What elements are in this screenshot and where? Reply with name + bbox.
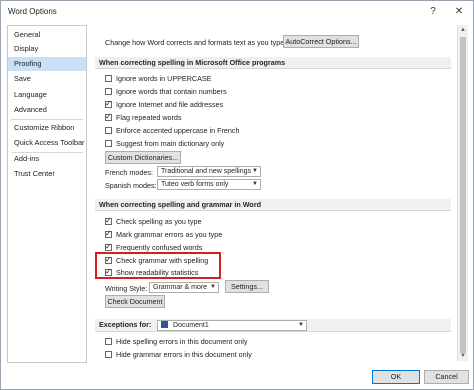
main-dictionary-only-checkbox[interactable] bbox=[105, 140, 112, 147]
enforce-accented-uppercase-checkbox[interactable] bbox=[105, 127, 112, 134]
mark-grammar-errors-checkbox[interactable] bbox=[105, 229, 112, 238]
settings-button[interactable]: Settings... bbox=[225, 280, 269, 293]
word-options-window: Word Options ? ✕ General Display Proofin… bbox=[0, 0, 474, 390]
sidebar: General Display Proofing Save Language A… bbox=[7, 25, 87, 363]
hide-grammar-errors-checkbox[interactable] bbox=[105, 351, 112, 358]
sidebar-item-language[interactable]: Language bbox=[8, 88, 86, 102]
chevron-down-icon: ▼ bbox=[252, 168, 258, 174]
writing-style-select[interactable]: Grammar & more ▼ bbox=[149, 282, 219, 293]
section-header-word-spelling-grammar: When correcting spelling and grammar in … bbox=[95, 199, 451, 211]
scroll-down-icon[interactable]: ▼ bbox=[458, 351, 468, 361]
autocorrect-options-button[interactable]: AutoCorrect Options... bbox=[283, 35, 359, 48]
checkbox-label: Ignore words that contain numbers bbox=[116, 87, 227, 96]
writing-style-label: Writing Style: bbox=[105, 284, 148, 293]
french-modes-value: Traditional and new spellings bbox=[161, 168, 252, 175]
checkbox-label: Hide spelling errors in this document on… bbox=[116, 337, 248, 346]
title-bar: Word Options ? ✕ bbox=[1, 1, 473, 23]
sidebar-item-proofing[interactable]: Proofing bbox=[8, 57, 86, 71]
spanish-modes-value: Tuteo verb forms only bbox=[161, 181, 229, 188]
checkbox-label: Frequently confused words bbox=[116, 243, 203, 252]
checkbox-label: Show readability statistics bbox=[116, 268, 199, 277]
sidebar-item-trust-center[interactable]: Trust Center bbox=[8, 167, 86, 181]
spanish-modes-select[interactable]: Tuteo verb forms only ▼ bbox=[157, 179, 261, 190]
chevron-down-icon: ▼ bbox=[210, 284, 216, 290]
scroll-up-icon[interactable]: ▲ bbox=[458, 25, 468, 35]
window-title: Word Options bbox=[8, 7, 57, 16]
ignore-uppercase-checkbox[interactable] bbox=[105, 75, 112, 82]
hide-spelling-errors-checkbox[interactable] bbox=[105, 338, 112, 345]
checkbox-label: Flag repeated words bbox=[116, 113, 182, 122]
checkbox-label: Suggest from main dictionary only bbox=[116, 139, 225, 148]
checkbox-label: Enforce accented uppercase in French bbox=[116, 126, 240, 135]
sidebar-item-save[interactable]: Save bbox=[8, 72, 86, 86]
autocorrect-description: Change how Word corrects and formats tex… bbox=[105, 38, 287, 47]
frequently-confused-words-checkbox[interactable] bbox=[105, 242, 112, 251]
document-icon bbox=[161, 321, 168, 328]
chevron-down-icon: ▼ bbox=[252, 181, 258, 187]
check-document-button[interactable]: Check Document bbox=[105, 295, 165, 308]
help-button[interactable]: ? bbox=[424, 4, 442, 20]
checkbox-label: Mark grammar errors as you type bbox=[116, 230, 223, 239]
french-modes-select[interactable]: Traditional and new spellings ▼ bbox=[157, 166, 261, 177]
sidebar-item-customize-ribbon[interactable]: Customize Ribbon bbox=[8, 121, 86, 135]
sidebar-item-general[interactable]: General bbox=[8, 28, 86, 42]
checkbox-label: Ignore Internet and file addresses bbox=[116, 100, 224, 109]
writing-style-value: Grammar & more bbox=[153, 284, 208, 291]
checkbox-label: Hide grammar errors in this document onl… bbox=[116, 350, 252, 359]
check-spelling-as-you-type-checkbox[interactable] bbox=[105, 216, 112, 225]
french-modes-label: French modes: bbox=[105, 168, 153, 177]
sidebar-item-display[interactable]: Display bbox=[8, 42, 86, 56]
custom-dictionaries-button[interactable]: Custom Dictionaries... bbox=[105, 151, 181, 164]
checkbox-label: Check spelling as you type bbox=[116, 217, 202, 226]
close-button[interactable]: ✕ bbox=[450, 4, 468, 20]
chevron-down-icon: ▼ bbox=[298, 322, 304, 328]
flag-repeated-words-checkbox[interactable] bbox=[105, 112, 112, 121]
proofing-panel: Change how Word corrects and formats tex… bbox=[91, 25, 456, 361]
cancel-button[interactable]: Cancel bbox=[424, 370, 469, 384]
sidebar-divider bbox=[11, 119, 83, 120]
checkbox-label: Ignore words in UPPERCASE bbox=[116, 74, 212, 83]
vertical-scrollbar[interactable]: ▲ ▼ bbox=[457, 25, 468, 361]
sidebar-item-advanced[interactable]: Advanced bbox=[8, 103, 86, 117]
sidebar-item-add-ins[interactable]: Add-ins bbox=[8, 152, 86, 166]
checkbox-label: Check grammar with spelling bbox=[116, 256, 209, 265]
ok-button[interactable]: OK bbox=[372, 370, 420, 384]
section-header-office-spelling: When correcting spelling in Microsoft Of… bbox=[95, 57, 451, 69]
ignore-numbers-checkbox[interactable] bbox=[105, 88, 112, 95]
exceptions-document-select[interactable]: Document1 ▼ bbox=[157, 320, 307, 331]
scrollbar-thumb[interactable] bbox=[460, 37, 466, 353]
exceptions-label: Exceptions for: bbox=[99, 320, 152, 329]
sidebar-item-quick-access-toolbar[interactable]: Quick Access Toolbar bbox=[8, 136, 86, 150]
check-grammar-with-spelling-checkbox[interactable] bbox=[105, 255, 112, 264]
exceptions-document-value: Document1 bbox=[172, 322, 209, 329]
spanish-modes-label: Spanish modes: bbox=[105, 181, 157, 190]
show-readability-statistics-checkbox[interactable] bbox=[105, 267, 112, 276]
ignore-internet-addresses-checkbox[interactable] bbox=[105, 99, 112, 108]
